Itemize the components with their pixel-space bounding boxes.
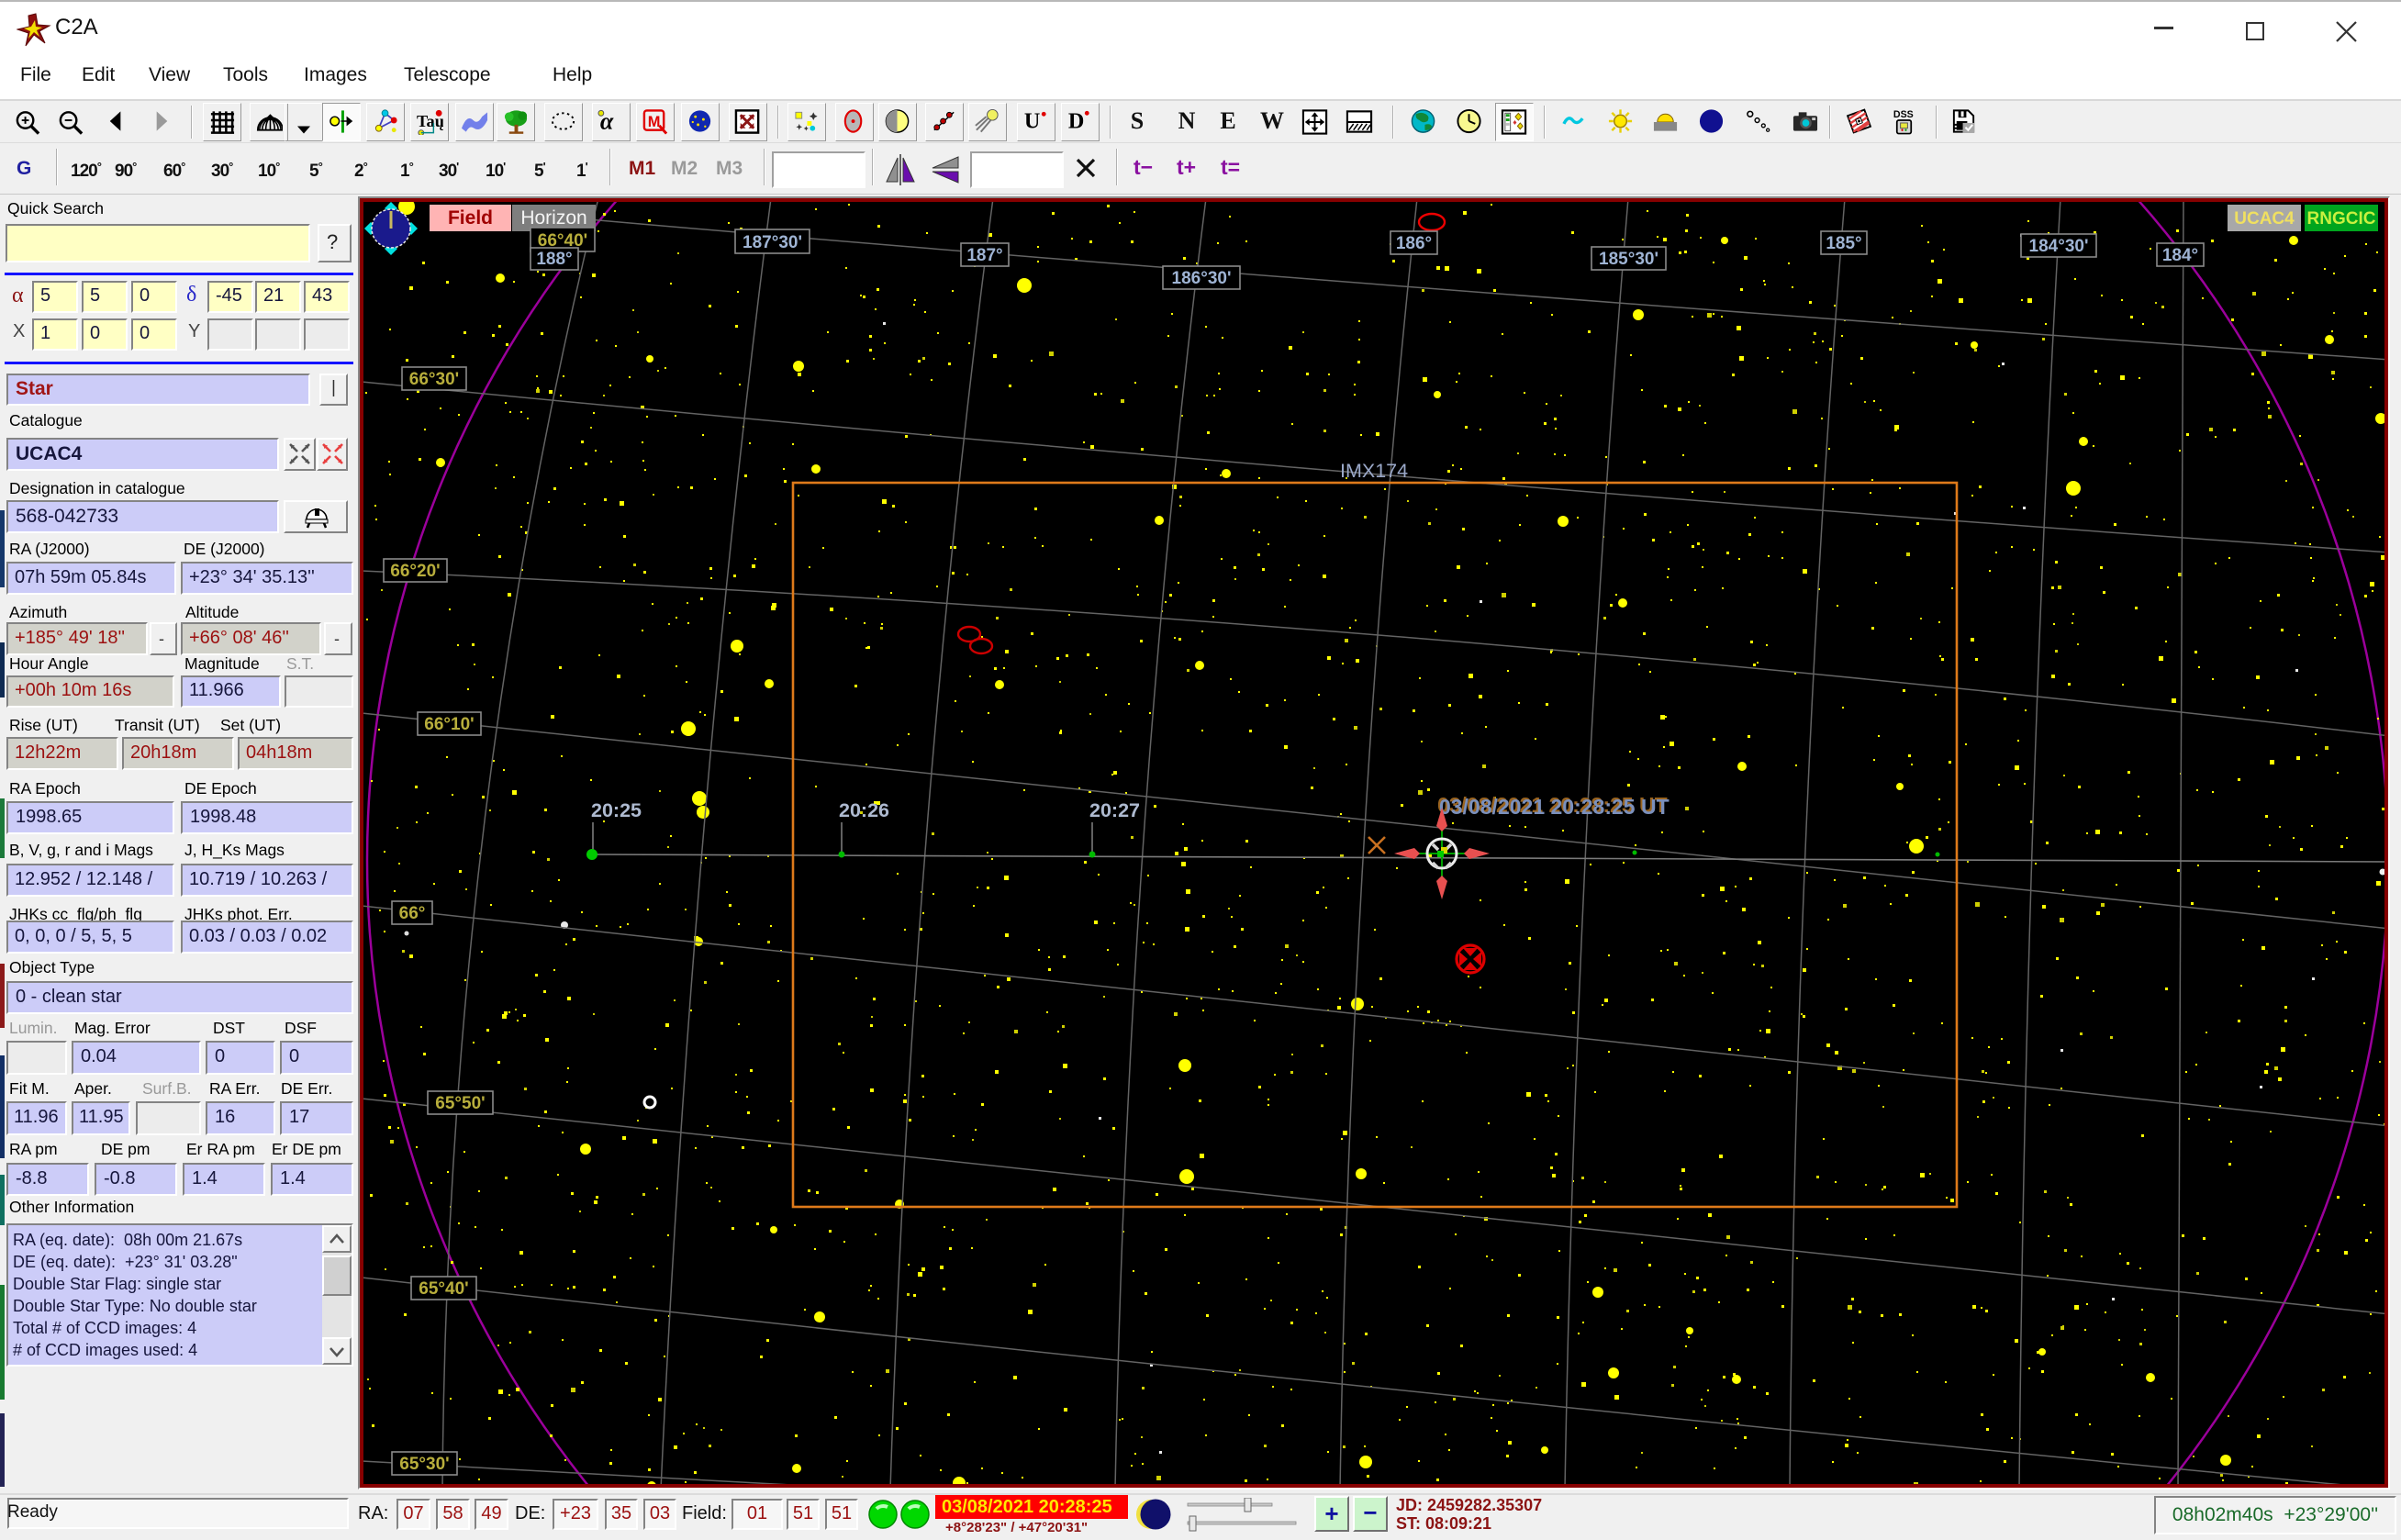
svg-text:20:27: 20:27: [1089, 799, 1140, 821]
svg-text:185°: 185°: [1826, 234, 1861, 253]
svg-text:DSS: DSS: [1893, 109, 1914, 120]
svg-text:UCAC4: UCAC4: [2234, 209, 2295, 229]
svg-text:188°: 188°: [536, 250, 572, 269]
svg-text:184°: 184°: [2162, 246, 2198, 265]
svg-text:66°20': 66°20': [390, 562, 440, 581]
svg-text:65°30': 65°30': [399, 1455, 449, 1474]
svg-text:Field: Field: [448, 207, 493, 229]
svg-text:187°30': 187°30': [743, 233, 802, 252]
svg-text:RNGCIC: RNGCIC: [2307, 209, 2376, 229]
svg-text:187°: 187°: [966, 246, 1002, 265]
svg-text:20:25: 20:25: [591, 799, 642, 821]
svg-text:D: D: [1068, 109, 1084, 134]
svg-text:186°30': 186°30': [1172, 269, 1232, 288]
svg-text:185°30': 185°30': [1599, 250, 1658, 269]
svg-text:66°: 66°: [399, 904, 426, 923]
svg-text:65°40': 65°40': [419, 1279, 468, 1299]
svg-text:Horizon: Horizon: [520, 207, 586, 229]
svg-text:66°10': 66°10': [424, 715, 474, 734]
svg-text:65°50': 65°50': [435, 1094, 485, 1113]
svg-text:66°30': 66°30': [409, 370, 459, 389]
svg-text:03/08/2021 20:28:25 UT: 03/08/2021 20:28:25 UT: [1439, 795, 1670, 819]
svg-text:M: M: [648, 114, 661, 130]
svg-text:U: U: [1024, 109, 1040, 134]
svg-text:186°: 186°: [1396, 234, 1432, 253]
svg-text:20:26: 20:26: [839, 799, 889, 821]
svg-text:IMX174: IMX174: [1340, 460, 1408, 482]
svg-text:184°30': 184°30': [2029, 237, 2089, 256]
